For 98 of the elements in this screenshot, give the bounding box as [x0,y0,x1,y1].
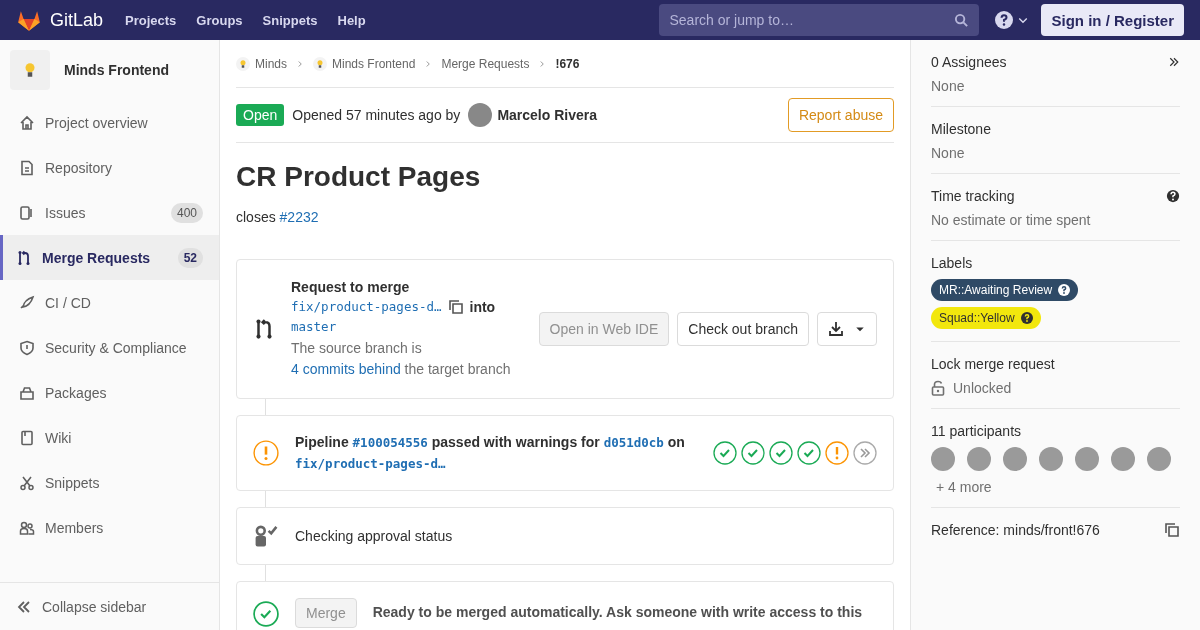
participant-avatar[interactable] [1147,447,1171,471]
home-icon [19,114,35,131]
nav-link[interactable]: Groups [196,12,243,28]
status-success-icon[interactable] [741,441,765,465]
participant-avatar[interactable] [1003,447,1027,471]
sidebar-item[interactable]: Project overview [0,100,219,145]
issues-icon [19,204,35,221]
rocket-icon [19,294,35,311]
milestone-value: None [931,145,966,161]
copy-icon[interactable] [447,298,464,315]
double-chevron-left-icon [16,598,32,615]
status-success-icon[interactable] [769,441,793,465]
approval-status-text: Checking approval status [295,528,453,544]
search-icon [954,13,970,28]
labels-title: Labels [931,255,974,271]
download-dropdown[interactable] [817,312,877,346]
participant-avatar[interactable] [1039,447,1063,471]
copy-icon[interactable] [1164,522,1180,538]
target-branch-link[interactable]: master [291,318,337,334]
check-circle-icon [253,601,279,627]
search-field[interactable]: Search or jump to… [659,4,980,36]
expand-stages-icon[interactable] [853,441,877,465]
status-success-icon[interactable] [713,441,737,465]
approval-icon [253,523,279,549]
breadcrumb-link[interactable]: !676 [555,56,580,71]
pipeline-link[interactable]: #100054556 [352,435,428,450]
assignees-title: 0 Assignees [931,54,1007,70]
status-badge: Open [236,104,285,126]
breadcrumb-link[interactable]: Minds [255,56,287,71]
description-text: closes #2232 [236,209,320,225]
more-participants-link[interactable]: + 4 more [936,479,1180,495]
document-icon [19,159,35,176]
book-icon [19,429,35,446]
commit-link[interactable]: d051d0cb [603,435,664,450]
count-badge: 52 [177,247,203,268]
into-text: into [469,298,496,315]
warning-icon [253,440,279,466]
package-icon [19,384,35,401]
time-tracking-value: No estimate or time spent [931,212,1092,228]
behind-text: The source branch is 4 commits behind the target branch [291,338,512,379]
brand-name[interactable]: GitLab [50,9,104,31]
help-icon[interactable] [1058,284,1071,296]
branch-link[interactable]: fix/product-pages-d… [295,456,446,471]
nav-link[interactable]: Help [337,12,366,28]
shield-icon [19,339,35,356]
participant-avatar[interactable] [1075,447,1099,471]
participant-avatar[interactable] [1111,447,1135,471]
time-tracking-title: Time tracking [931,188,1015,204]
check-out-branch-button[interactable]: Check out branch [677,312,809,346]
breadcrumb-link[interactable]: Minds Frontend [332,56,416,71]
collapse-sidebar-button[interactable]: Collapse sidebar [0,582,219,630]
expand-sidebar-icon [1168,56,1180,68]
sidebar-item[interactable]: CI / CD [0,280,219,325]
commits-behind-link[interactable]: 4 commits behind [291,360,401,377]
breadcrumb-link[interactable]: Merge Requests [441,56,530,71]
merge-request-icon [253,318,275,340]
participant-avatar[interactable] [967,447,991,471]
merge-message: Ready to be merged automatically. Ask someone with write access to this [372,604,863,620]
opened-text: Opened 57 minutes ago by [292,107,461,123]
issue-link[interactable]: #2232 [279,209,319,225]
download-icon [828,321,844,337]
members-icon [19,519,35,536]
participants-title: 11 participants [931,423,1022,439]
merge-request-icon [16,249,32,266]
scissors-icon [19,474,35,491]
request-heading: Request to merge [291,278,411,295]
sidebar-item[interactable]: Snippets [0,460,219,505]
status-success-icon[interactable] [797,441,821,465]
lock-status: Unlocked [953,380,1012,396]
author-name[interactable]: Marcelo Rivera [497,107,597,123]
milestone-title: Milestone [931,121,992,137]
label-tag[interactable]: MR::Awaiting Review [931,279,1079,301]
help-icon [1166,189,1180,203]
sidebar-item[interactable]: Packages [0,370,219,415]
sidebar-item[interactable]: Repository [0,145,219,190]
assignees-value: None [931,78,966,94]
help-menu[interactable] [995,11,1030,29]
help-icon [995,11,1014,29]
reference-text: Reference: minds/front!676 [931,522,1100,538]
label-tag[interactable]: Squad::Yellow [931,307,1041,329]
sign-in-button[interactable]: Sign in / Register [1041,4,1184,36]
project-name[interactable]: Minds Frontend [64,62,169,78]
status-warning-icon[interactable] [825,441,849,465]
sidebar-item[interactable]: Issues 400 [0,190,219,235]
sidebar-item[interactable]: Wiki [0,415,219,460]
pipeline-status-text: Pipeline #100054556 passed with warnings for d051d0cb on fix/product-pages-d… [295,433,686,473]
nav-link[interactable]: Snippets [262,12,318,28]
sidebar-item[interactable]: Merge Requests 52 [0,235,219,280]
participant-avatar[interactable] [931,447,955,471]
count-badge: 400 [170,202,203,223]
sidebar-item[interactable]: Security & Compliance [0,325,219,370]
lock-title: Lock merge request [931,356,1056,372]
nav-link[interactable]: Projects [125,12,177,28]
sidebar-item[interactable]: Members [0,505,219,550]
help-icon[interactable] [1020,312,1033,324]
source-branch-link[interactable]: fix/product-pages-d… [291,299,442,314]
merge-request-title: CR Product Pages [236,161,482,193]
author-avatar[interactable] [468,103,493,127]
